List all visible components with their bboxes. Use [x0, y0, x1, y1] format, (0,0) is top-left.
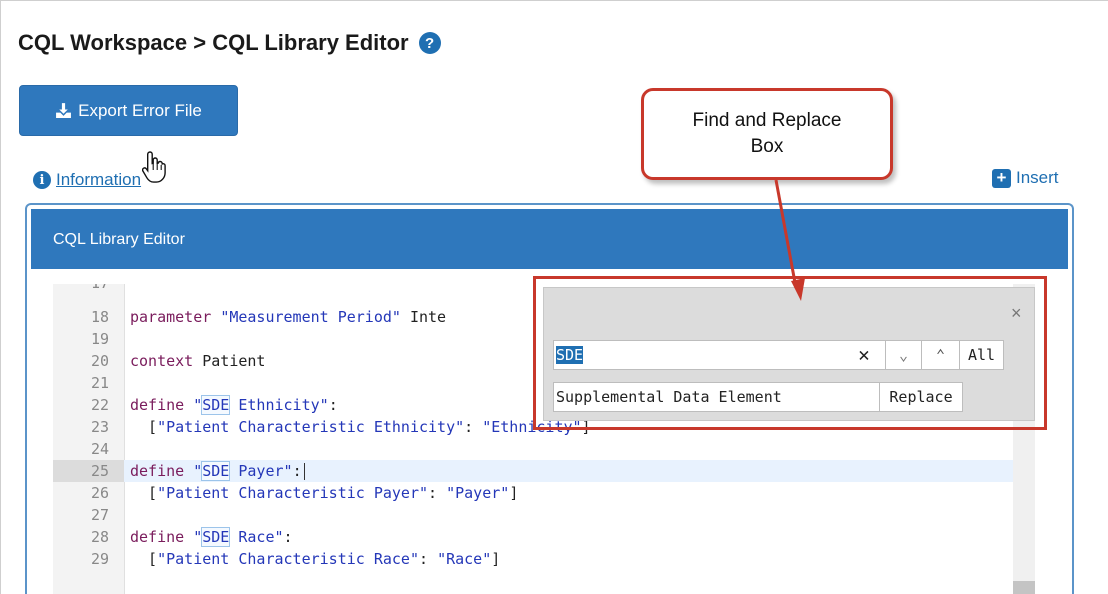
replace-button[interactable]: Replace [879, 382, 963, 412]
code-line: 28 define "SDE Race": [53, 526, 1013, 548]
frame-top-border [0, 0, 1108, 1]
line-number: 29 [90, 550, 109, 568]
editor-panel-title: CQL Library Editor [53, 231, 185, 248]
search-match: SDE [201, 461, 231, 481]
find-all-button[interactable]: All [959, 340, 1004, 370]
plus-icon: + [992, 168, 1011, 188]
find-previous-button[interactable]: ⌃ [921, 340, 960, 370]
annotation-callout: Find and Replace Box [641, 88, 893, 180]
code-line: 27 [53, 504, 1013, 526]
scrollbar-thumb[interactable] [1013, 581, 1035, 594]
active-code-line: 25 define "SDE Payer": [53, 460, 1013, 482]
page-title: CQL Workspace > CQL Library Editor ? [18, 30, 441, 56]
code-line: 26 ["Patient Characteristic Payer": "Pay… [53, 482, 1013, 504]
search-value: SDE [556, 346, 584, 364]
replace-input[interactable]: Supplemental Data Element [553, 382, 880, 412]
search-input[interactable]: SDE [553, 340, 886, 370]
line-number: 21 [90, 374, 109, 392]
close-icon[interactable]: × [1011, 303, 1022, 324]
insert-link-label: Insert [1016, 168, 1059, 187]
information-link-label: Information [56, 170, 142, 189]
help-icon[interactable]: ? [418, 32, 441, 54]
info-icon: i [33, 171, 51, 189]
download-icon [56, 103, 72, 118]
chevron-up-icon: ⌃ [935, 346, 946, 364]
line-number: 24 [90, 440, 109, 458]
find-replace-box: × SDE ✕ ⌄ ⌃ All Supplemental Data Elemen… [543, 287, 1035, 421]
information-link[interactable]: i Information [33, 170, 141, 190]
callout-line-2: Box [750, 136, 784, 157]
line-number: 20 [90, 352, 109, 370]
hand-cursor-icon [142, 151, 166, 183]
frame-left-border [0, 0, 1, 594]
clear-search-button[interactable]: ✕ [842, 340, 886, 370]
code-line: 29 ["Patient Characteristic Race": "Race… [53, 548, 1013, 570]
page-title-text: CQL Workspace > CQL Library Editor [18, 30, 409, 55]
export-button-label: Export Error File [78, 100, 202, 120]
replace-button-label: Replace [889, 388, 953, 406]
line-number: 28 [90, 528, 109, 546]
line-number: 22 [90, 396, 109, 414]
text-caret [303, 463, 305, 480]
callout-line-1: Find and Replace [692, 110, 842, 131]
line-number: 25 [53, 460, 124, 482]
line-number: 19 [90, 330, 109, 348]
find-next-button[interactable]: ⌄ [885, 340, 922, 370]
line-number: 18 [90, 308, 109, 326]
line-number: 26 [90, 484, 109, 502]
all-button-label: All [967, 346, 996, 364]
line-number: 27 [90, 506, 109, 524]
code-line: 24 [53, 438, 1013, 460]
chevron-down-icon: ⌄ [898, 346, 909, 364]
export-error-file-button[interactable]: Export Error File [19, 85, 238, 136]
search-match: SDE [201, 395, 231, 415]
line-number: 17 [53, 284, 124, 294]
insert-link[interactable]: + Insert [992, 168, 1059, 188]
clear-icon: ✕ [858, 344, 870, 366]
search-match: SDE [201, 527, 231, 547]
editor-panel-header: CQL Library Editor [31, 209, 1068, 269]
line-number: 23 [90, 418, 109, 436]
